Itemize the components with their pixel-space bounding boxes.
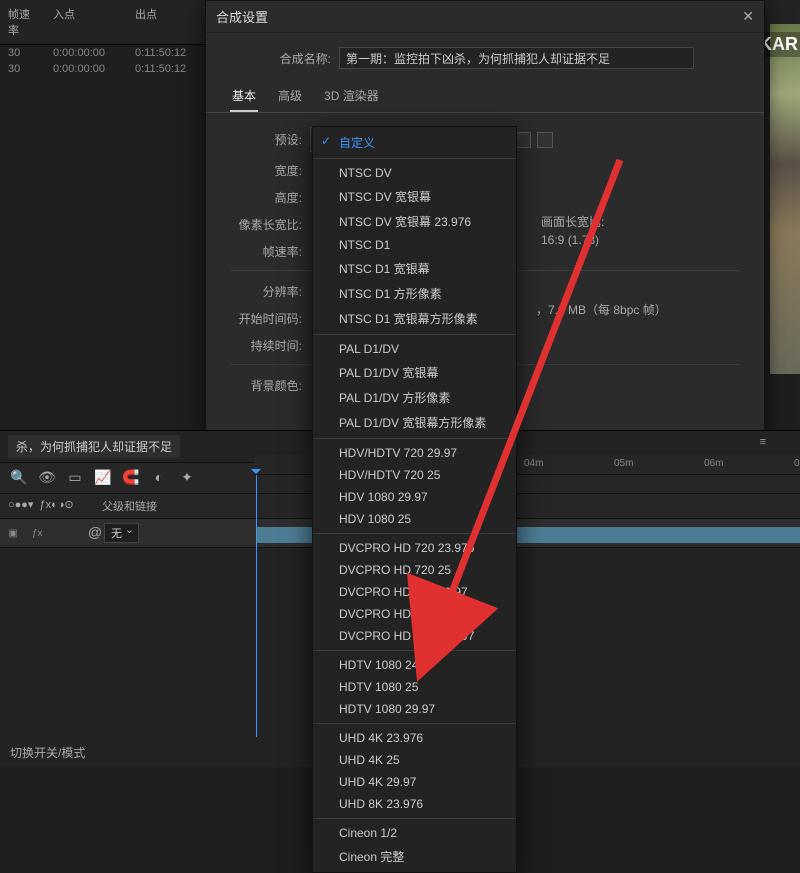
- preset-option[interactable]: UHD 4K 29.97: [313, 771, 516, 793]
- preview-area: [770, 24, 800, 374]
- preset-option[interactable]: Cineon 完整: [313, 844, 516, 869]
- dialog-title: 合成设置: [216, 7, 268, 26]
- timeline-footer-label[interactable]: 切换开关/模式: [0, 738, 95, 767]
- comp-name-label: 合成名称:: [226, 50, 331, 67]
- playhead[interactable]: [256, 475, 257, 737]
- aspect-info: 画面长宽比: 16:9 (1.78): [541, 213, 604, 249]
- graph-icon[interactable]: 📈: [94, 469, 112, 487]
- delete-preset-icon[interactable]: [537, 132, 553, 148]
- preset-option[interactable]: HDV 1080 29.97: [313, 486, 516, 508]
- box-icon[interactable]: ▭: [66, 469, 84, 487]
- preset-option[interactable]: HDTV 1080 29.97: [313, 698, 516, 720]
- timeline-comp-tab[interactable]: 杀，为何抓捕犯人却证据不足: [8, 435, 180, 458]
- preset-option[interactable]: DVCPRO HD 1080 29.97: [313, 625, 516, 647]
- preset-option[interactable]: NTSC D1 宽银幕: [313, 256, 516, 281]
- preset-option[interactable]: PAL D1/DV 方形像素: [313, 385, 516, 410]
- shy-icon[interactable]: 👁: [38, 469, 56, 487]
- snap-icon[interactable]: 🧲: [122, 469, 140, 487]
- preset-option[interactable]: NTSC DV 宽银幕: [313, 184, 516, 209]
- preset-option[interactable]: NTSC DV 宽银幕 23.976: [313, 209, 516, 234]
- save-preset-icon[interactable]: [515, 132, 531, 148]
- cell-dur: 0:11:50:12: [127, 61, 205, 77]
- tab-renderer[interactable]: 3D 渲染器: [322, 83, 381, 112]
- panel-menu-icon[interactable]: ≡: [756, 435, 770, 449]
- preset-option[interactable]: NTSC D1: [313, 234, 516, 256]
- preset-option[interactable]: DVCPRO HD 720 25: [313, 559, 516, 581]
- preset-option[interactable]: HDV/HDTV 720 29.97: [313, 442, 516, 464]
- preset-option[interactable]: 自定义: [313, 130, 516, 155]
- label-width: 宽度:: [230, 162, 302, 179]
- col-flags: ○●●▾ƒx◐◑⊙: [8, 498, 86, 514]
- preset-option[interactable]: UHD 4K 25: [313, 749, 516, 771]
- tick-06: 06m: [704, 458, 723, 469]
- tick-07: 07m: [794, 458, 800, 469]
- preset-dropdown[interactable]: 自定义NTSC DVNTSC DV 宽银幕NTSC DV 宽银幕 23.976N…: [312, 126, 517, 873]
- label-height: 高度:: [230, 189, 302, 206]
- preset-option[interactable]: PAL D1/DV: [313, 338, 516, 360]
- parent-link-icon[interactable]: @: [86, 524, 104, 542]
- col-framerate: 帧速率: [0, 4, 45, 40]
- tick-04: 04m: [524, 458, 543, 469]
- preset-option[interactable]: PAL D1/DV 宽银幕: [313, 360, 516, 385]
- label-pixel-aspect: 像素长宽比:: [230, 216, 302, 233]
- cell-out: 0:11:50:12: [127, 45, 205, 61]
- col-in: 入点: [45, 4, 127, 40]
- preset-option[interactable]: HDV/HDTV 720 25: [313, 464, 516, 486]
- layer-flags[interactable]: ▣ ƒx: [8, 528, 86, 538]
- label-bg-color: 背景颜色:: [230, 377, 302, 394]
- comp-name-field[interactable]: [339, 47, 694, 69]
- cell-in: 0:00:00:00: [45, 61, 127, 77]
- label-preset: 预设:: [230, 131, 302, 148]
- preset-option[interactable]: DVCPRO HD 720 29.97: [313, 581, 516, 603]
- preset-option[interactable]: UHD 4K 23.976: [313, 727, 516, 749]
- label-duration: 持续时间:: [230, 337, 302, 354]
- dialog-tabs: 基本 高级 3D 渲染器: [206, 79, 764, 113]
- tick-05: 05m: [614, 458, 633, 469]
- cell-fr: 30: [0, 45, 45, 61]
- label-framerate: 帧速率:: [230, 243, 302, 260]
- cell-fr: 30: [0, 61, 45, 77]
- brain-icon[interactable]: ✦: [178, 469, 196, 487]
- preset-option[interactable]: HDTV 1080 24: [313, 654, 516, 676]
- label-resolution: 分辨率:: [230, 283, 302, 300]
- label-start-tc: 开始时间码:: [230, 310, 302, 327]
- search-icon[interactable]: 🔍: [10, 469, 28, 487]
- parent-select[interactable]: 无: [104, 523, 139, 543]
- preset-option[interactable]: NTSC D1 方形像素: [313, 281, 516, 306]
- preset-option[interactable]: DVCPRO HD 1080 25: [313, 603, 516, 625]
- tab-advanced[interactable]: 高级: [276, 83, 304, 112]
- preset-option[interactable]: PAL D1/DV 宽银幕方形像素: [313, 410, 516, 435]
- preset-option[interactable]: DVCPRO HD 720 23.976: [313, 537, 516, 559]
- cell-in: 0:00:00:00: [45, 45, 127, 61]
- col-out: 出点: [127, 4, 197, 40]
- preset-option[interactable]: UHD 8K 23.976: [313, 793, 516, 815]
- dialog-title-bar[interactable]: 合成设置 ✕: [206, 1, 764, 33]
- preset-option[interactable]: NTSC D1 宽银幕方形像素: [313, 306, 516, 331]
- tab-basic[interactable]: 基本: [230, 83, 258, 112]
- preset-option[interactable]: NTSC DV: [313, 162, 516, 184]
- preset-option[interactable]: Cineon 1/2: [313, 822, 516, 844]
- col-parent: 父级和链接: [102, 498, 157, 514]
- close-icon[interactable]: ✕: [742, 8, 754, 25]
- motion-blur-icon[interactable]: ◐: [150, 469, 168, 487]
- preset-option[interactable]: HDTV 1080 25: [313, 676, 516, 698]
- preset-option[interactable]: HDV 1080 25: [313, 508, 516, 530]
- resolution-size-info: ，7.9 MB（每 8bpc 帧）: [536, 301, 667, 318]
